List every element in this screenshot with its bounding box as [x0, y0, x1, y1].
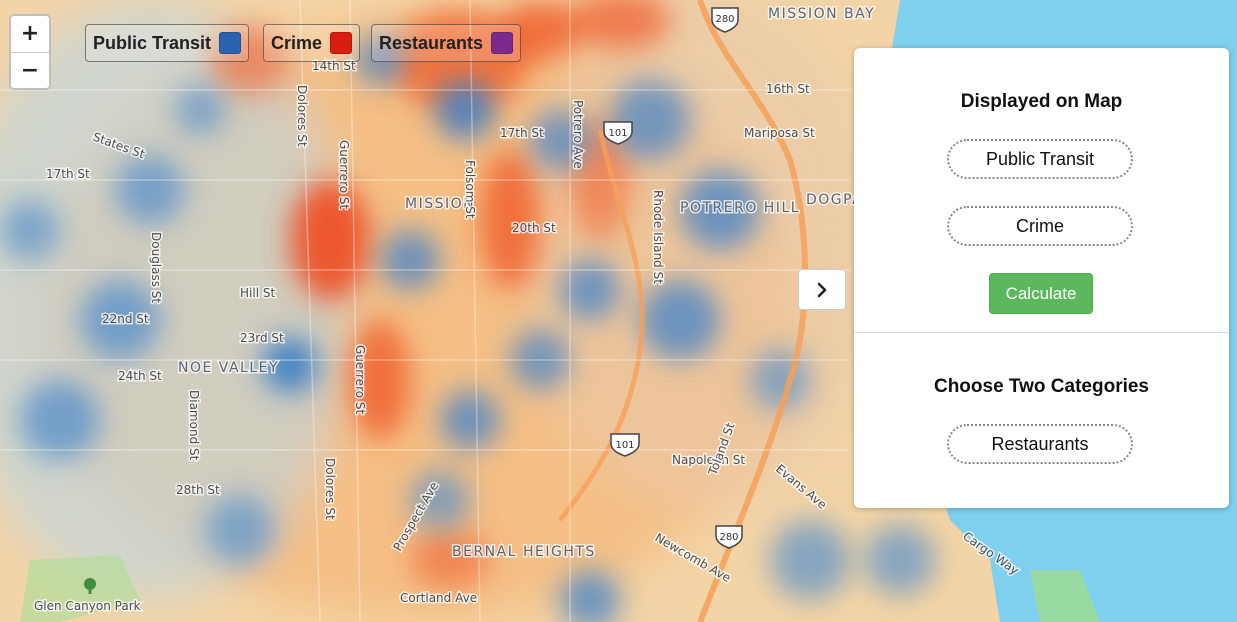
- svg-text:280: 280: [715, 14, 734, 25]
- calculate-button[interactable]: Calculate: [989, 273, 1093, 314]
- label-mariposa-st: Mariposa St: [744, 126, 815, 140]
- label-dolores-st: Dolores St: [295, 85, 309, 147]
- label-16th-st: 16th St: [766, 82, 810, 96]
- displayed-title: Displayed on Map: [960, 91, 1123, 112]
- svg-text:101: 101: [608, 128, 627, 139]
- label-potrero-hill: POTRERO HILL: [680, 200, 800, 216]
- legend-restaurants[interactable]: Restaurants: [371, 24, 522, 62]
- panel-toggle-button[interactable]: [798, 269, 846, 310]
- panel-divider: [854, 332, 1229, 333]
- label-dolores-st-2: Dolores St: [323, 458, 337, 520]
- label-20th-st: 20th St: [512, 221, 556, 235]
- label-22nd-st: 22nd St: [102, 312, 149, 326]
- chevron-right-icon: [817, 282, 827, 297]
- displayed-item-public-transit[interactable]: Public Transit: [947, 139, 1133, 179]
- legend-swatch-crime: [330, 32, 353, 54]
- label-23rd-st: 23rd St: [240, 331, 284, 345]
- label-hill-st: Hill St: [240, 286, 275, 300]
- label-28th-st: 28th St: [176, 483, 220, 497]
- legend-label: Public Transit: [93, 32, 212, 53]
- category-panel: Displayed on Map Public Transit Crime Ca…: [854, 48, 1229, 508]
- label-cortland-ave: Cortland Ave: [400, 591, 477, 605]
- legend-label: Crime: [271, 32, 323, 53]
- label-glen-canyon-park: Glen Canyon Park: [34, 599, 141, 613]
- label-mission-bay: MISSION BAY: [768, 6, 875, 22]
- label-17th-st: 17th St: [46, 167, 90, 181]
- zoom-in-button[interactable]: +: [11, 16, 49, 52]
- choose-title: Choose Two Categories: [933, 376, 1149, 397]
- displayed-item-crime[interactable]: Crime: [947, 206, 1133, 246]
- label-diamond-st: Douglass St: [149, 232, 163, 303]
- legend-public-transit[interactable]: Public Transit: [85, 24, 250, 62]
- choose-item-restaurants[interactable]: Restaurants: [947, 424, 1133, 464]
- label-rhode-island-st: Rhode Island St: [651, 190, 665, 284]
- zoom-control: + −: [9, 14, 51, 90]
- legend-label: Restaurants: [379, 32, 484, 53]
- label-guerrero-st-2: Guerrero St: [353, 345, 367, 415]
- label-17th-st-2: 17th St: [500, 126, 544, 140]
- legend-swatch-restaurants: [491, 32, 514, 54]
- legend-crime[interactable]: Crime: [263, 24, 361, 62]
- label-castro-st: Diamond St: [187, 390, 201, 461]
- label-noe-valley: NOE VALLEY: [178, 360, 279, 376]
- label-potrero-ave: Potrero Ave: [571, 100, 585, 169]
- label-24th-st: 24th St: [118, 369, 162, 383]
- label-bernal-heights: BERNAL HEIGHTS: [452, 544, 596, 560]
- label-guerrero-st: Guerrero St: [337, 140, 351, 210]
- svg-text:280: 280: [719, 532, 738, 543]
- svg-text:101: 101: [615, 440, 634, 451]
- label-folsom-st: Folsom St: [463, 160, 477, 219]
- legend-swatch-transit: [219, 32, 242, 54]
- zoom-out-button[interactable]: −: [11, 52, 49, 88]
